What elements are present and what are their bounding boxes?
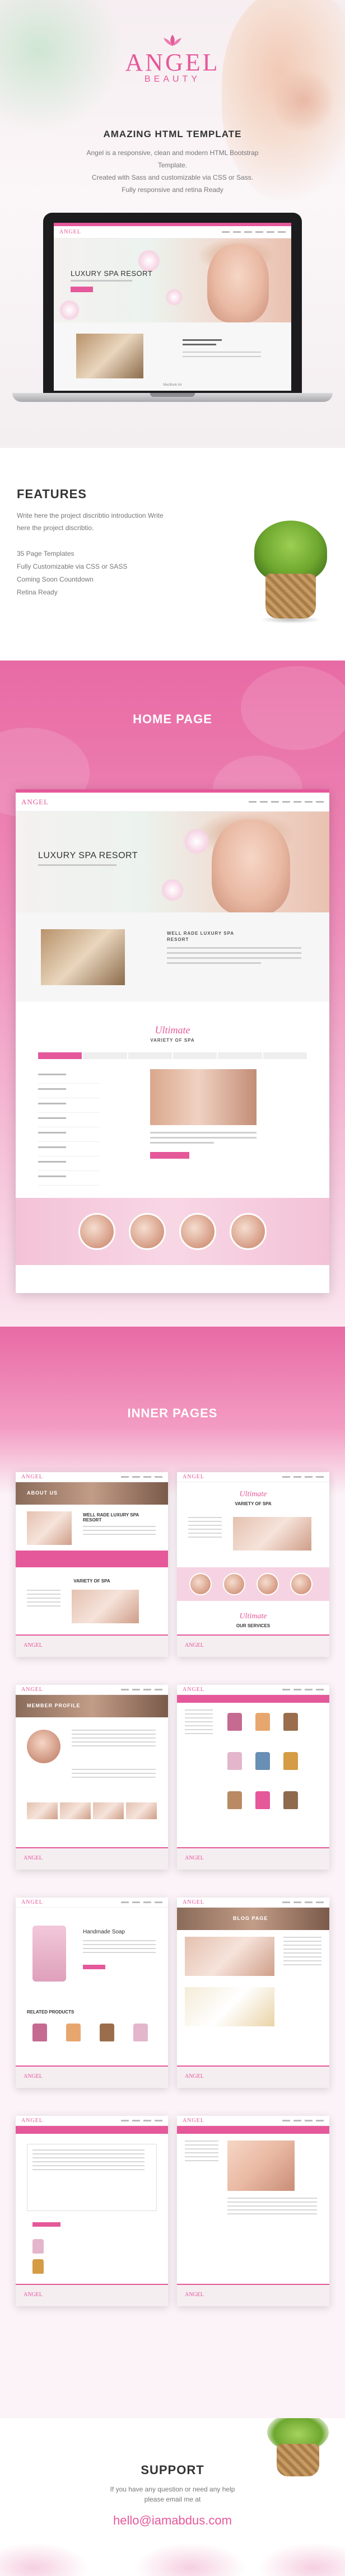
features-intro-line: Write here the project discribtio introd… <box>17 512 164 519</box>
mini-hero-banner: LUXURY SPA RESORT <box>54 238 291 322</box>
footer-logo: ANGEL <box>185 2292 204 2298</box>
page-thumb-checkout: ANGEL ANGEL <box>16 2116 168 2306</box>
about-section-preview: WELL RADE LUXURY SPA RESORT <box>16 912 329 1002</box>
page-thumb-spa: ANGEL Ultimate VARIETY OF SPA Ultimate O… <box>177 1472 329 1657</box>
support-title: SUPPORT <box>141 2463 204 2477</box>
mini-hero-title: LUXURY SPA RESORT <box>38 851 138 860</box>
mini-hero-title: LUXURY SPA RESORT <box>71 269 153 278</box>
hero-section: ANGEL BEAUTY AMAZING HTML TEMPLATE Angel… <box>0 0 345 448</box>
features-title: FEATURES <box>17 487 87 501</box>
mini-logo: ANGEL <box>183 1899 204 1905</box>
spa-script: Ultimate <box>239 1490 267 1498</box>
mini-logo: ANGEL <box>183 1474 204 1480</box>
mini-logo: ANGEL <box>183 2118 204 2124</box>
spa-heading: VARIETY OF SPA <box>150 1038 195 1043</box>
footer-logo: ANGEL <box>24 2292 43 2298</box>
hero-description-line: Created with Sass and customizable via C… <box>91 174 254 181</box>
mini-footer <box>16 1265 329 1293</box>
mini-logo: ANGEL <box>183 1687 204 1693</box>
service-circle-image <box>78 1213 115 1250</box>
support-email-link[interactable]: hello@iamabdus.com <box>0 2513 345 2528</box>
inner-pages-section: INNER PAGES ANGEL ABOUT US WELL RADE LUX… <box>0 1327 345 2418</box>
mini-header: ANGEL <box>54 226 291 238</box>
spa-variety-preview: Ultimate VARIETY OF SPA <box>16 1008 329 1192</box>
support-section: SUPPORT If you have any question or need… <box>0 2418 345 2576</box>
mini-header: ANGEL <box>16 793 329 812</box>
inner-pages-title: INNER PAGES <box>127 1406 218 1420</box>
footer-logo: ANGEL <box>185 2073 204 2079</box>
features-intro-line: here the project discribtio. <box>17 524 94 532</box>
lotus-icon <box>164 35 181 46</box>
mini-nav <box>249 801 324 803</box>
mini-logo: ANGEL <box>21 1474 43 1480</box>
hero-description-line: Angel is a responsive, clean and modern … <box>86 149 259 169</box>
page-thumb-product: ANGEL Handmade Soap RELATED PRODUCTS ANG… <box>16 1898 168 2088</box>
page-thumb-blog-single: ANGEL ANGEL <box>177 2116 329 2306</box>
footer-logo: ANGEL <box>24 1855 43 1861</box>
brand-logo: ANGEL BEAUTY <box>0 34 345 85</box>
mini-logo: ANGEL <box>21 1687 43 1693</box>
about-banner-title: ABOUT US <box>27 1490 58 1496</box>
spa-heading: VARIETY OF SPA <box>235 1501 272 1506</box>
model-face-image <box>212 819 290 912</box>
laptop-brand-label: MacBook Air <box>163 383 182 387</box>
product-title: Handmade Soap <box>83 1929 125 1935</box>
feature-item: Retina Ready <box>17 588 58 596</box>
page-thumb-blog: ANGEL BLOG PAGE ANGEL <box>177 1898 329 2088</box>
footer-logo: ANGEL <box>185 1642 204 1648</box>
massage-photo <box>150 1069 257 1125</box>
potted-plant-image <box>249 521 333 627</box>
brand-tagline: BEAUTY <box>144 74 201 84</box>
feature-item: 35 Page Templates <box>17 550 74 558</box>
mini-logo: ANGEL <box>59 229 81 235</box>
mini-logo: ANGEL <box>21 797 49 806</box>
about-spa-heading: VARIETY OF SPA <box>73 1579 110 1584</box>
hero-title: AMAZING HTML TEMPLATE <box>103 129 242 139</box>
features-list: 35 Page Templates Fully Customizable via… <box>17 547 127 599</box>
home-page-title: HOME PAGE <box>133 712 212 726</box>
spa-stones-image <box>41 929 125 985</box>
home-page-screenshot: ANGEL LUXURY SPA RESORT WELL RADE LUXURY… <box>16 789 329 1293</box>
mini-hero-banner: LUXURY SPA RESORT <box>16 812 329 912</box>
services-script: Ultimate <box>239 1612 267 1620</box>
spa-tabs <box>38 1052 307 1059</box>
model-face-image <box>207 244 269 322</box>
feature-item: Coming Soon Countdown <box>17 575 94 583</box>
mini-logo: ANGEL <box>21 2118 43 2124</box>
feature-item: Fully Customizable via CSS or SASS <box>17 563 128 570</box>
service-circle-image <box>129 1213 166 1250</box>
features-intro: Write here the project discribtio introd… <box>17 509 196 534</box>
spa-button <box>150 1152 189 1159</box>
member-banner-title: MEMBER PROFILE <box>27 1703 81 1708</box>
hero-description-line: Fully responsive and retina Ready <box>122 186 223 194</box>
mini-nav <box>222 231 286 233</box>
mini-logo: ANGEL <box>21 1899 43 1905</box>
page-thumb-member: ANGEL MEMBER PROFILE ANGEL <box>16 1685 168 1870</box>
features-section: FEATURES Write here the project discribt… <box>0 448 345 661</box>
blog-banner-title: BLOG PAGE <box>233 1915 268 1921</box>
related-products-heading: RELATED PRODUCTS <box>27 2010 74 2015</box>
page-thumb-shop: ANGEL ANGEL <box>177 1685 329 1870</box>
spa-list <box>38 1069 100 1186</box>
hero-description: Angel is a responsive, clean and modern … <box>84 147 261 196</box>
page-thumb-about: ANGEL ABOUT US WELL RADE LUXURY SPA RESO… <box>16 1472 168 1657</box>
laptop-screen: ANGEL LUXURY SPA RESORT <box>54 223 291 391</box>
service-circle-image <box>179 1213 216 1250</box>
brand-name: ANGEL <box>125 49 220 76</box>
about-heading: WELL RADE LUXURY SPA RESORT <box>83 1512 139 1523</box>
service-circle-image <box>230 1213 267 1250</box>
service-circles <box>16 1198 329 1265</box>
support-text: please email me at <box>144 2495 201 2503</box>
laptop-mockup: ANGEL LUXURY SPA RESORT MacBook Air <box>12 213 333 409</box>
home-page-section: HOME PAGE ANGEL LUXURY SPA RESORT WELL R… <box>0 661 345 1327</box>
about-heading: WELL RADE LUXURY SPA RESORT <box>167 931 234 942</box>
footer-logo: ANGEL <box>24 2073 43 2079</box>
laptop-notch <box>150 393 195 397</box>
spa-script-title: Ultimate <box>155 1024 190 1036</box>
services-heading: OUR SERVICES <box>236 1623 271 1628</box>
footer-logo: ANGEL <box>24 1642 43 1648</box>
support-text: If you have any question or need any hel… <box>110 2485 235 2493</box>
footer-logo: ANGEL <box>185 1855 204 1861</box>
